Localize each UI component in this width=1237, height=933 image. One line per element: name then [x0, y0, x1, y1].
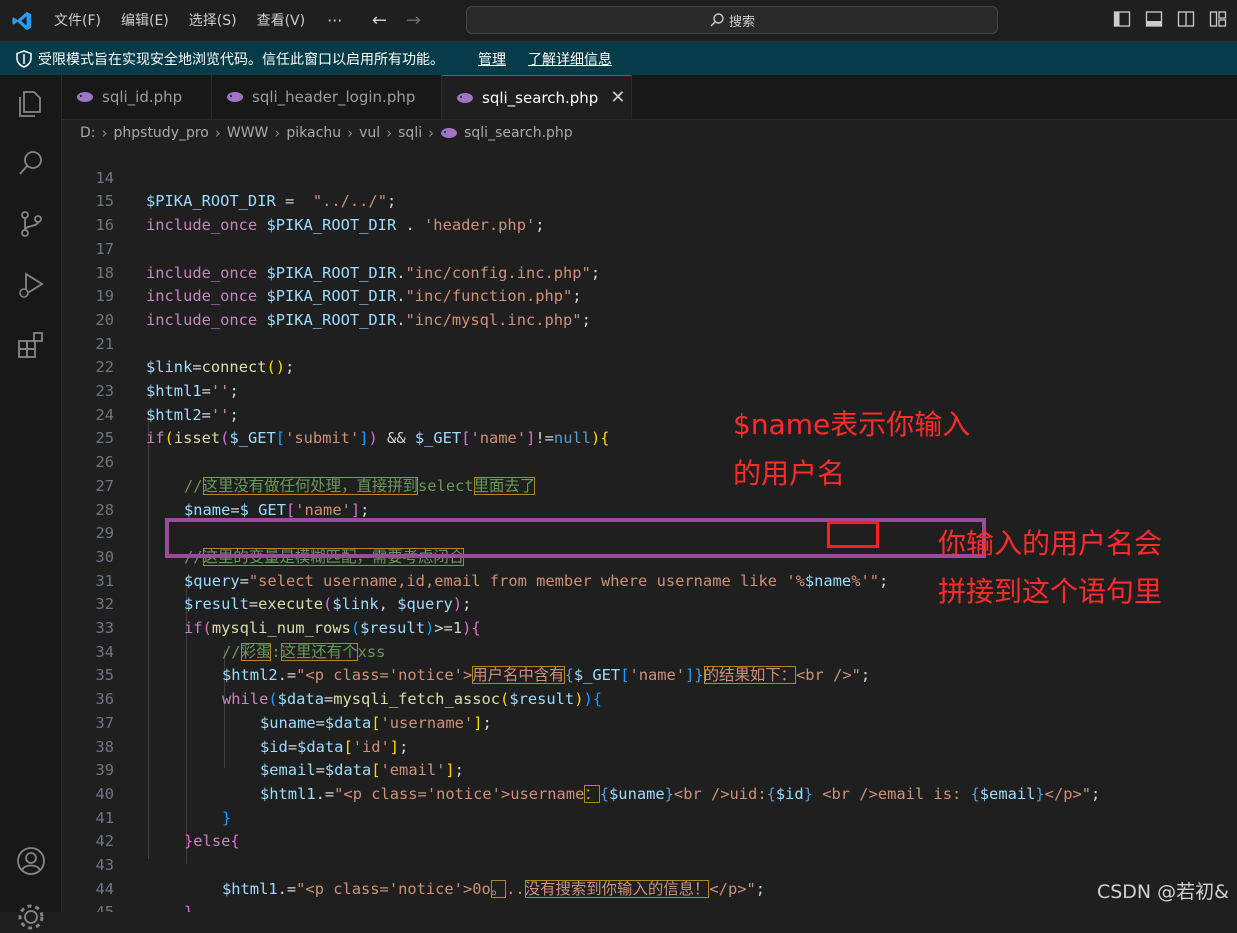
- banner-message: 受限模式旨在实现安全地浏览代码。信任此窗口以启用所有功能。: [38, 51, 444, 68]
- source-control-icon[interactable]: [15, 208, 47, 240]
- editor-tabs: sqli_id.php sqli_header_login.php sqli_s…: [62, 75, 1237, 120]
- code-line: 23 $html2='';: [95, 382, 239, 424]
- close-icon[interactable]: ✕: [610, 87, 625, 108]
- code-line: 14 $PIKA_ROOT_DIR = "../../";: [95, 168, 397, 211]
- search-activity-icon[interactable]: [15, 147, 47, 179]
- code-line: 16: [95, 216, 114, 235]
- chevron-right-icon: ›: [274, 124, 281, 142]
- breadcrumb-item[interactable]: sqli: [398, 125, 422, 141]
- tab-label: sqli_header_login.php: [252, 88, 416, 106]
- back-arrow-icon[interactable]: ←: [362, 10, 396, 31]
- code-line: 19 include_once $PIKA_ROOT_DIR."inc/mysq…: [95, 287, 591, 329]
- php-elephant-icon: [76, 91, 94, 103]
- php-elephant-icon: [456, 92, 474, 104]
- code-line: 25: [95, 429, 114, 448]
- activity-bar: [0, 75, 62, 930]
- menu-selection[interactable]: 选择(S): [179, 0, 247, 42]
- breadcrumb-item[interactable]: pikachu: [286, 125, 341, 141]
- code-line: 20: [95, 310, 114, 329]
- search-icon: [710, 13, 724, 27]
- account-icon[interactable]: [15, 845, 47, 877]
- breadcrumb-item[interactable]: D:: [80, 125, 96, 141]
- shield-icon: [16, 49, 32, 68]
- chevron-right-icon: ›: [214, 124, 221, 142]
- tab-label: sqli_search.php: [482, 88, 599, 107]
- code-line: 43 $html1.="<p class='notice'>0o。..没有搜索到…: [95, 856, 766, 898]
- menu-file[interactable]: 文件(F): [44, 0, 111, 42]
- code-line: 15 include_once $PIKA_ROOT_DIR . 'header…: [95, 192, 545, 235]
- tab-label: sqli_id.php: [102, 88, 183, 106]
- menu-edit[interactable]: 编辑(E): [111, 0, 179, 42]
- restricted-mode-banner: 受限模式旨在实现安全地浏览代码。信任此窗口以启用所有功能。 管理 了解详细信息: [0, 42, 1237, 75]
- code-line: 39 $html1.="<p class='notice'>username：{…: [95, 761, 1101, 803]
- toggle-secondary-sidebar-icon[interactable]: [1177, 10, 1195, 28]
- forward-arrow-icon[interactable]: →: [396, 10, 430, 31]
- code-line: 24 if(isset($_GET['submit']) && $_GET['n…: [95, 405, 610, 448]
- watermark: CSDN @若初&: [1096, 881, 1229, 903]
- code-line: 44 }: [95, 879, 193, 912]
- code-line: 34 $html2.="<p class='notice'>用户名中含有{$_G…: [95, 642, 871, 685]
- learn-more-link[interactable]: 了解详细信息: [528, 49, 612, 69]
- extensions-icon[interactable]: [15, 329, 47, 361]
- code-line: 35 while($data=mysqli_fetch_assoc($resul…: [95, 666, 603, 709]
- menu-view[interactable]: 查看(V): [247, 0, 316, 42]
- tab-sqli-header-login[interactable]: sqli_header_login.php: [212, 75, 442, 119]
- highlight-box-name: [827, 521, 879, 548]
- command-center-search[interactable]: 搜索: [466, 6, 998, 34]
- chevron-right-icon: ›: [347, 124, 354, 142]
- annotation-text: 你输入的用户名会: [938, 527, 1163, 560]
- code-line: 42: [95, 832, 114, 851]
- annotation-text: 的用户名: [733, 457, 846, 490]
- annotation-text: 拼接到这个语句里: [938, 575, 1163, 608]
- code-line: 17 include_once $PIKA_ROOT_DIR."inc/conf…: [95, 239, 601, 282]
- code-line: 18 include_once $PIKA_ROOT_DIR."inc/func…: [95, 263, 582, 306]
- php-elephant-icon: [440, 127, 458, 139]
- manage-gear-icon[interactable]: [15, 901, 47, 933]
- code-line: 28: [95, 500, 114, 519]
- code-line: 40 }: [95, 784, 232, 827]
- tab-sqli-id[interactable]: sqli_id.php: [62, 75, 212, 119]
- search-label: 搜索: [728, 14, 755, 30]
- chevron-right-icon: ›: [101, 124, 108, 142]
- breadcrumb-item[interactable]: sqli_search.php: [464, 125, 573, 141]
- customize-layout-icon[interactable]: [1209, 10, 1227, 28]
- code-line: 46: [62, 901, 1237, 912]
- toggle-panel-icon[interactable]: [1145, 10, 1163, 28]
- php-elephant-icon: [226, 91, 244, 103]
- code-line: 21 $link=connect();: [95, 334, 295, 377]
- toggle-primary-sidebar-icon[interactable]: [1113, 10, 1131, 28]
- annotation-text: $name表示你输入: [733, 408, 971, 441]
- chevron-right-icon: ›: [428, 124, 435, 142]
- vscode-logo-icon: [0, 0, 44, 42]
- tab-sqli-search[interactable]: sqli_search.php ✕: [442, 75, 632, 119]
- title-bar: 文件(F) 编辑(E) 选择(S) 查看(V) ··· ← → 搜索: [0, 0, 1237, 42]
- code-line: 41 }else{: [95, 808, 240, 851]
- run-and-debug-icon[interactable]: [15, 269, 47, 301]
- code-line: 38 $email=$data['email'];: [95, 737, 464, 780]
- code-line: 37 $id=$data['id'];: [95, 713, 409, 756]
- manage-link[interactable]: 管理: [478, 49, 506, 69]
- code-line: 45 }: [62, 878, 1237, 912]
- breadcrumb-item[interactable]: phpstudy_pro: [114, 125, 209, 141]
- menu-more-button[interactable]: ···: [315, 11, 354, 30]
- code-line: 27 $name=$_GET['name'];: [95, 476, 370, 519]
- breadcrumb-item[interactable]: vul: [359, 125, 380, 141]
- code-line: 22 $html1='';: [95, 358, 239, 400]
- explorer-icon[interactable]: [15, 87, 47, 119]
- breadcrumb: D: › phpstudy_pro › WWW › pikachu › vul › sql…: [62, 120, 1237, 146]
- code-line: 36 $uname=$data['username'];: [95, 690, 492, 732]
- chevron-right-icon: ›: [386, 124, 393, 142]
- breadcrumb-item[interactable]: WWW: [227, 125, 269, 141]
- code-line: 26 //这里没有做任何处理，直接拼到select里面去了: [95, 453, 536, 495]
